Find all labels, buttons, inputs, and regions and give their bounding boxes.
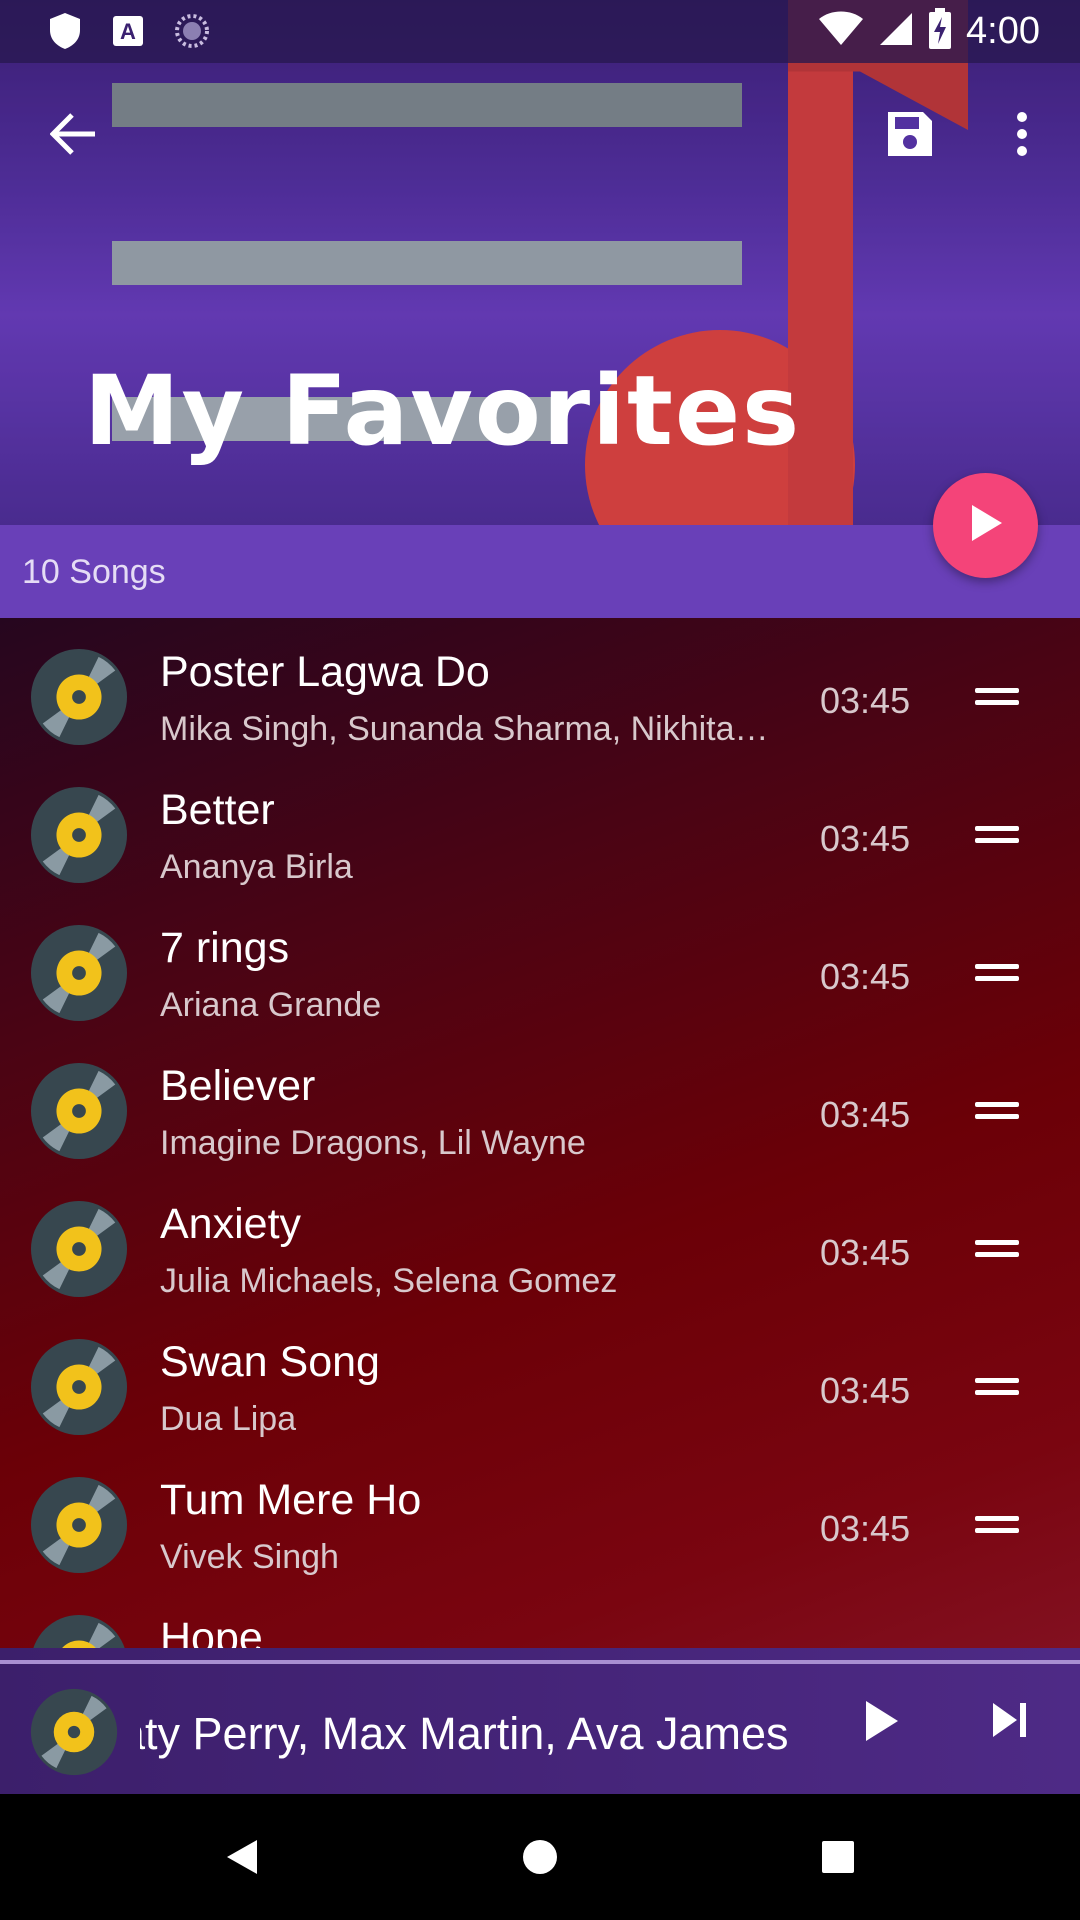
song-duration: 03:45 <box>820 680 911 721</box>
battery-charging-icon <box>928 8 952 55</box>
song-row[interactable]: Believer Imagine Dragons, Lil Wayne 03:45 <box>0 1032 1080 1170</box>
song-title: Tum Mere Ho <box>160 1476 422 1524</box>
song-row[interactable]: Anxiety Julia Michaels, Selena Gomez 03:45 <box>0 1170 1080 1308</box>
song-duration: 03:45 <box>820 1094 911 1135</box>
more-vert-icon <box>1016 111 1028 162</box>
wifi-icon <box>818 11 864 52</box>
song-row[interactable]: Poster Lagwa Do Mika Singh, Sunanda Sharm… <box>0 618 1080 756</box>
play-icon <box>862 1701 902 1748</box>
song-row[interactable]: Better Ananya Birla 03:45 <box>0 756 1080 894</box>
song-artist: Vivek Singh <box>160 1538 339 1576</box>
song-row[interactable]: Hope <box>0 1584 1080 1648</box>
loading-icon <box>174 13 210 54</box>
drag-handle-icon[interactable] <box>975 1100 1019 1122</box>
status-time: 4:00 <box>966 10 1040 52</box>
nav-recents-icon <box>821 1840 855 1879</box>
song-duration: 03:45 <box>820 1232 911 1273</box>
nav-recents-button[interactable] <box>808 1829 868 1889</box>
song-row[interactable]: Tum Mere Ho Vivek Singh 03:45 <box>0 1446 1080 1584</box>
vinyl-disc-icon <box>30 1200 128 1298</box>
song-title: Anxiety <box>160 1200 302 1248</box>
playback-progress <box>0 1660 1080 1664</box>
vinyl-disc-icon <box>30 924 128 1022</box>
song-title: Swan Song <box>160 1338 380 1386</box>
skip-next-icon <box>990 1703 1030 1744</box>
song-artist: Mika Singh, Sunanda Sharma, Nikhita… <box>160 710 769 748</box>
song-duration: 03:45 <box>820 1508 911 1549</box>
song-row[interactable]: 7 rings Ariana Grande 03:45 <box>0 894 1080 1032</box>
nav-back-button[interactable] <box>212 1829 272 1889</box>
play-all-button[interactable] <box>933 473 1038 578</box>
song-artist: Ariana Grande <box>160 986 382 1024</box>
status-bar: A 4:00 <box>0 0 1080 63</box>
more-options-button[interactable] <box>982 96 1062 176</box>
vinyl-disc-icon <box>30 648 128 746</box>
drag-handle-icon[interactable] <box>975 824 1019 846</box>
arrow-back-icon <box>49 112 98 161</box>
song-list[interactable]: Poster Lagwa Do Mika Singh, Sunanda Sharm… <box>0 618 1080 1648</box>
song-artist: Julia Michaels, Selena Gomez <box>160 1262 618 1300</box>
shield-icon <box>48 12 82 55</box>
drag-handle-icon[interactable] <box>975 1376 1019 1398</box>
song-duration: 03:45 <box>820 956 911 997</box>
skip-next-button[interactable] <box>990 1700 1050 1766</box>
song-artist: Dua Lipa <box>160 1400 297 1438</box>
now-playing-marquee: aty Perry, Max Martin, Ava James <box>140 1708 789 1759</box>
song-count: 10 Songs <box>22 553 166 591</box>
song-artist: Imagine Dragons, Lil Wayne <box>160 1124 586 1162</box>
system-nav-bar <box>0 1794 1080 1920</box>
playlist-title: My Favorites <box>84 355 802 467</box>
nav-home-icon <box>521 1838 559 1881</box>
drag-handle-icon[interactable] <box>975 1238 1019 1260</box>
back-button[interactable] <box>34 96 114 176</box>
vinyl-disc-icon <box>30 1338 128 1436</box>
mini-play-button[interactable] <box>862 1698 922 1768</box>
song-title: 7 rings <box>160 924 290 972</box>
drag-handle-icon[interactable] <box>975 1514 1019 1536</box>
song-title: Hope <box>160 1614 263 1648</box>
song-title: Poster Lagwa Do <box>160 648 490 696</box>
vinyl-disc-icon <box>30 1614 128 1648</box>
song-title: Better <box>160 786 275 834</box>
drag-handle-icon[interactable] <box>975 686 1019 708</box>
vinyl-disc-icon <box>30 786 128 884</box>
play-icon <box>968 503 1004 548</box>
svg-text:A: A <box>120 19 136 44</box>
song-count-bar: 10 Songs <box>0 525 1080 618</box>
now-playing-disc-icon <box>30 1688 118 1776</box>
song-duration: 03:45 <box>820 1370 911 1411</box>
nav-back-icon <box>225 1838 259 1881</box>
nav-home-button[interactable] <box>510 1829 570 1889</box>
song-row[interactable]: Swan Song Dua Lipa 03:45 <box>0 1308 1080 1446</box>
song-title: Believer <box>160 1062 316 1110</box>
keyboard-a-icon: A <box>112 15 144 52</box>
drag-handle-icon[interactable] <box>975 962 1019 984</box>
save-button[interactable] <box>870 96 950 176</box>
song-artist: Ananya Birla <box>160 848 353 886</box>
song-duration: 03:45 <box>820 818 911 859</box>
playlist-header: A 4:00 My Favorites <box>0 0 1080 525</box>
vinyl-disc-icon <box>30 1476 128 1574</box>
mini-player[interactable]: aty Perry, Max Martin, Ava James <box>0 1648 1080 1794</box>
save-icon <box>885 109 935 164</box>
cell-signal-icon <box>878 11 914 52</box>
vinyl-disc-icon <box>30 1062 128 1160</box>
